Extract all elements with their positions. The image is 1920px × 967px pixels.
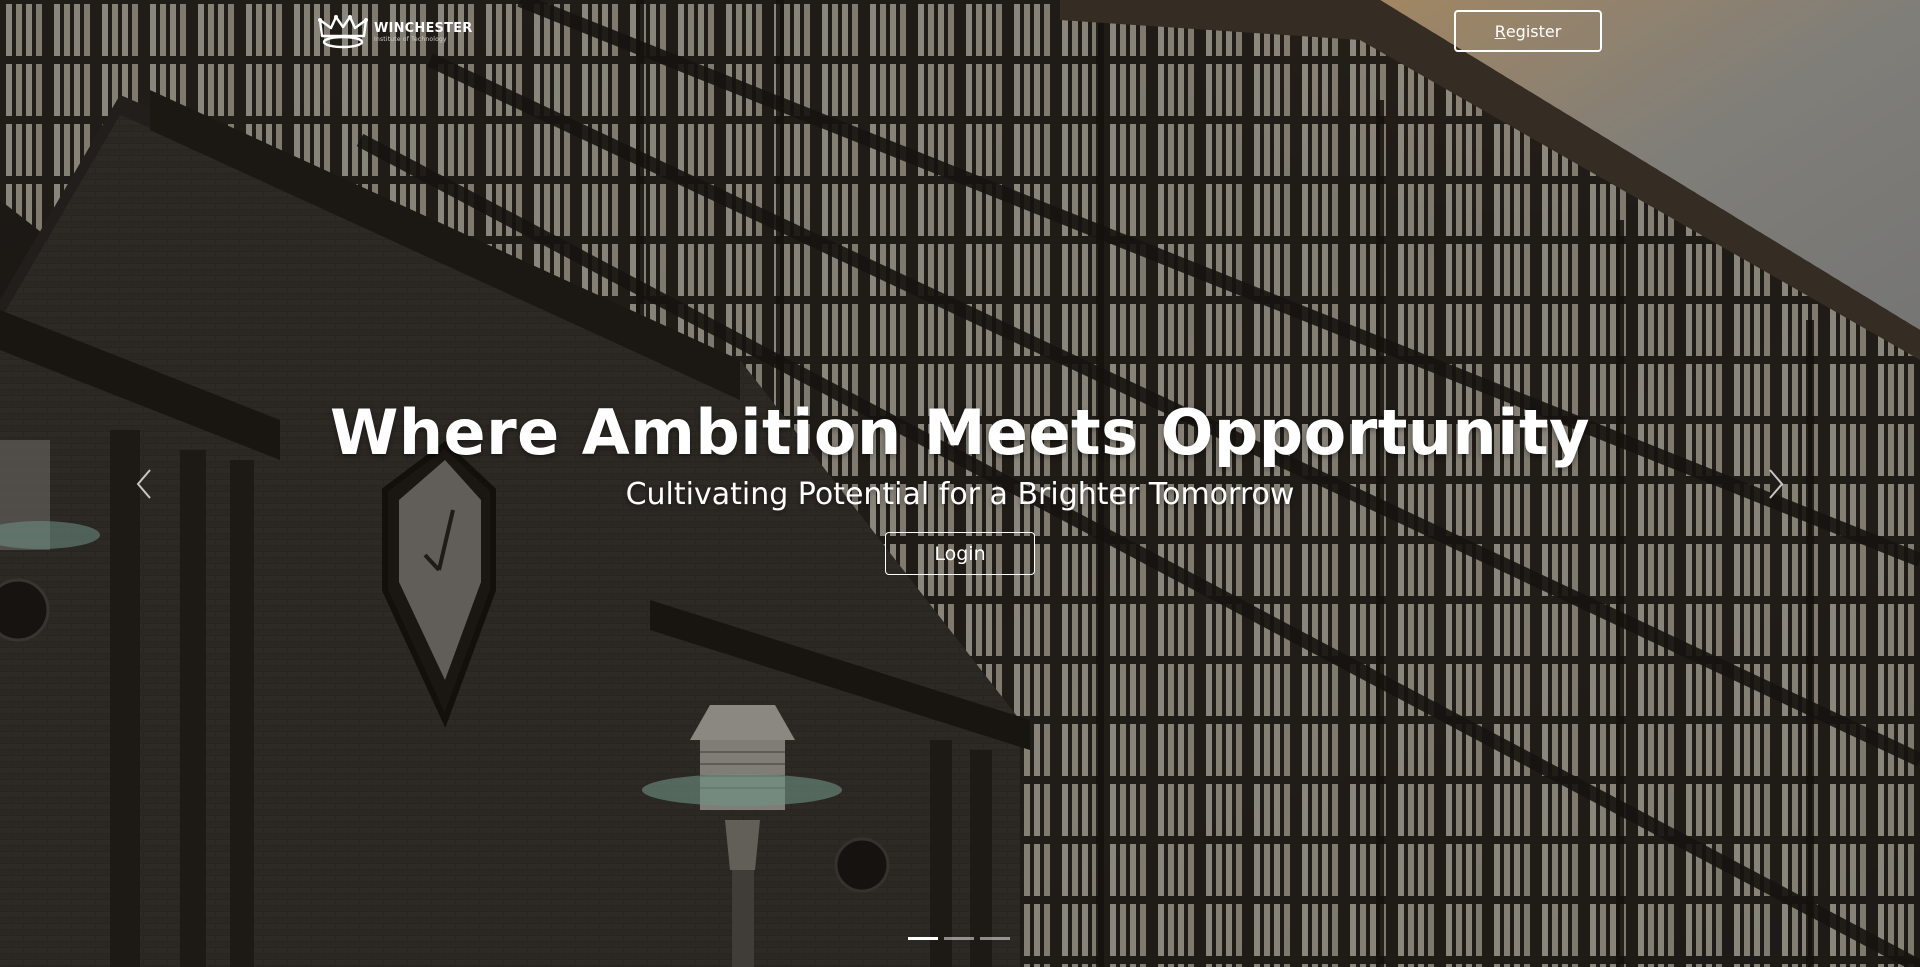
carousel-indicator-3[interactable] bbox=[980, 937, 1010, 940]
carousel-indicators bbox=[908, 937, 1010, 940]
brand-wordmark: WINCHESTER Institute of Technology bbox=[374, 22, 472, 43]
brand-tagline: Institute of Technology bbox=[374, 35, 447, 43]
hero-headline: Where Ambition Meets Opportunity bbox=[330, 396, 1590, 469]
hero-subheadline: Cultivating Potential for a Brighter Tom… bbox=[625, 477, 1295, 512]
register-button[interactable]: Register bbox=[1454, 10, 1602, 52]
register-button-label: egister bbox=[1505, 21, 1562, 41]
hero-carousel: WINCHESTER Institute of Technology Regis… bbox=[0, 0, 1920, 967]
carousel-indicator-1[interactable] bbox=[908, 937, 938, 940]
carousel-indicator-2[interactable] bbox=[944, 937, 974, 940]
login-button[interactable]: Login bbox=[885, 532, 1035, 575]
brand-logo[interactable]: WINCHESTER Institute of Technology bbox=[318, 14, 472, 50]
crown-icon bbox=[318, 15, 368, 49]
register-button-accesskey: R bbox=[1494, 21, 1506, 41]
brand-name: WINCHESTER bbox=[374, 20, 473, 36]
